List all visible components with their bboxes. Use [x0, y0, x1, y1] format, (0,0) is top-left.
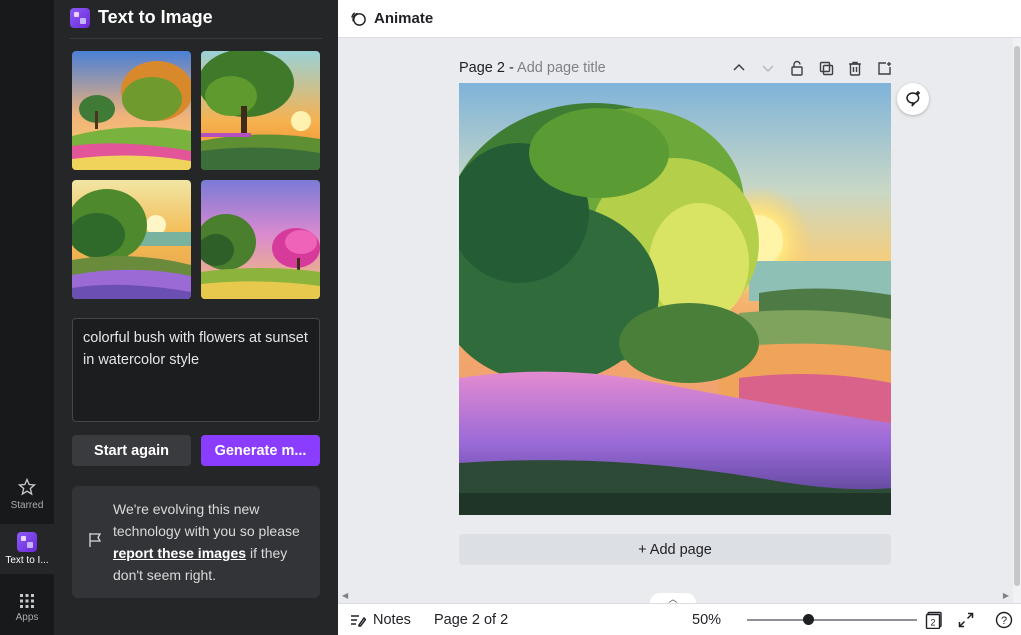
design-canvas: Page 2 - Add page title + Add page: [338, 38, 1013, 603]
bottom-toolbar: Notes Page 2 of 2 50% 2 ?: [338, 603, 1021, 635]
panel-header: Text to Image: [70, 7, 213, 28]
help-label: ?: [1001, 615, 1007, 627]
comment-add-icon: [906, 91, 920, 107]
add-page-button[interactable]: + Add page: [459, 534, 891, 565]
notice-text: We're evolving this new technology with …: [113, 498, 313, 586]
zoom-slider-handle[interactable]: [803, 614, 815, 625]
panel-title: Text to Image: [98, 7, 213, 27]
fullscreen-icon[interactable]: [957, 611, 975, 629]
animate-label: Animate: [374, 10, 434, 27]
generate-more-button[interactable]: Generate m...: [201, 435, 320, 466]
notice-text-before: We're evolving this new technology with …: [113, 501, 300, 539]
page-indicator[interactable]: Page 2 of 2: [434, 612, 508, 628]
feedback-notice: We're evolving this new technology with …: [72, 486, 320, 598]
sunset-bush-image: [439, 83, 891, 515]
rail-item-starred[interactable]: Starred: [0, 470, 54, 518]
text-to-image-panel: Text to Image colorful bush with flowers…: [54, 0, 338, 635]
page-tools: [730, 59, 893, 77]
delete-page-icon[interactable]: [846, 59, 864, 77]
start-again-button[interactable]: Start again: [72, 435, 191, 466]
rail-label-text-to-image: Text to I...: [5, 555, 49, 566]
apps-grid-icon: [20, 594, 34, 608]
vertical-scrollbar-thumb[interactable]: [1014, 46, 1020, 586]
prompt-textarea[interactable]: colorful bush with flowers at sunset in …: [72, 318, 320, 422]
rail-label-starred: Starred: [10, 500, 44, 511]
generated-image-4[interactable]: [201, 180, 320, 299]
zoom-level[interactable]: 50%: [692, 612, 721, 628]
text-to-image-icon: [17, 532, 37, 552]
generated-image-1[interactable]: [72, 51, 191, 170]
notes-label: Notes: [373, 611, 411, 628]
add-page-icon[interactable]: [875, 59, 893, 77]
page-title-input[interactable]: Add page title: [517, 60, 606, 76]
text-to-image-icon: [70, 7, 90, 28]
page-number-label: Page 2 -: [459, 60, 518, 76]
animate-icon: [351, 12, 366, 26]
page-title-bar: Page 2 - Add page title: [459, 60, 606, 76]
page-grid-icon[interactable]: 2: [925, 611, 943, 629]
chevron-down-icon[interactable]: [759, 59, 777, 77]
help-icon[interactable]: ?: [995, 611, 1013, 629]
pages-count-badge: 2: [930, 618, 935, 628]
top-toolbar: Animate: [338, 0, 1021, 38]
notes-button[interactable]: Notes: [350, 612, 411, 628]
rail-label-apps: Apps: [15, 612, 39, 623]
generated-image-2[interactable]: [201, 51, 320, 170]
rail-item-text-to-image[interactable]: Text to I...: [0, 524, 54, 574]
divider: [70, 38, 322, 39]
rail-item-apps[interactable]: Apps: [0, 584, 54, 634]
zoom-slider-track[interactable]: [747, 619, 917, 621]
generated-image-3[interactable]: [72, 180, 191, 299]
left-rail: Starred Text to I... Apps: [0, 0, 54, 635]
animate-button[interactable]: Animate: [350, 10, 433, 27]
duplicate-page-icon[interactable]: [817, 59, 835, 77]
scroll-left-icon[interactable]: ◀: [342, 591, 348, 600]
scroll-right-icon[interactable]: ▶: [1003, 591, 1009, 600]
add-comment-button[interactable]: [897, 83, 929, 115]
report-images-link[interactable]: report these images: [113, 545, 246, 561]
lock-icon[interactable]: [788, 59, 806, 77]
star-icon: [17, 477, 37, 496]
flag-icon: [89, 533, 102, 547]
chevron-up-icon[interactable]: [730, 59, 748, 77]
vertical-scrollbar[interactable]: [1013, 38, 1021, 603]
notes-icon: [351, 614, 366, 627]
page-artwork[interactable]: [439, 83, 891, 515]
